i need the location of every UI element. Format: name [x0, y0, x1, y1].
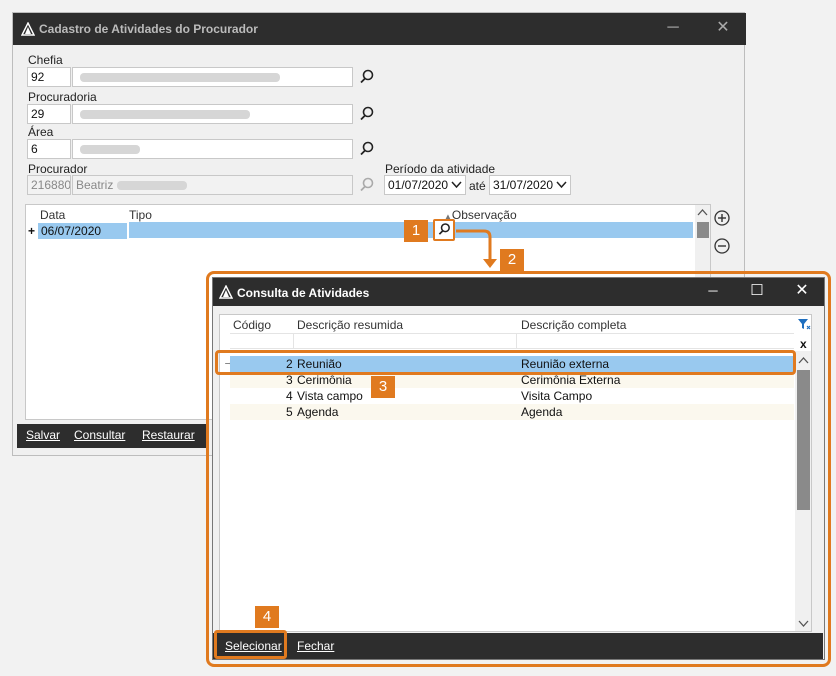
- observation-search-button[interactable]: [433, 219, 455, 241]
- periodo-separator: até: [469, 179, 486, 193]
- procurador-name-input: Beatriz: [72, 175, 353, 195]
- row-short-description: Agenda: [297, 405, 339, 419]
- close-button[interactable]: Fechar: [297, 634, 334, 658]
- grid-header-type[interactable]: Tipo: [129, 208, 152, 222]
- row-code: 5: [286, 405, 293, 419]
- procuradoria-code-input[interactable]: 29: [27, 104, 71, 124]
- grid-header-short-description[interactable]: Descrição resumida: [297, 318, 403, 332]
- select-button-label: Selecionar: [225, 639, 282, 653]
- procurador-label: Procurador: [28, 162, 88, 176]
- search-icon: [360, 177, 374, 192]
- table-row[interactable]: 5 Agenda Agenda: [230, 404, 794, 420]
- save-button[interactable]: Salvar: [26, 424, 60, 446]
- chevron-up-icon[interactable]: [697, 208, 708, 216]
- search-icon: [438, 223, 450, 235]
- query-button-label: Consultar: [74, 428, 126, 442]
- area-label: Área: [28, 125, 54, 139]
- arrow-connector: [456, 229, 497, 268]
- area-code-input[interactable]: 6: [27, 139, 71, 159]
- app-logo-icon: [219, 285, 233, 299]
- table-row[interactable]: + 06/07/2020: [26, 223, 127, 239]
- chevron-down-icon: [451, 181, 462, 189]
- periodo-end-date[interactable]: 31/07/2020: [489, 175, 571, 195]
- blurred-text: [80, 73, 280, 83]
- chevron-down-icon: [556, 181, 567, 189]
- area-name-input[interactable]: [72, 139, 353, 159]
- grid-header-observation-text: Observação: [451, 208, 517, 222]
- row-highlight-frame: [215, 350, 796, 375]
- step-badge-3: 3: [371, 376, 395, 398]
- periodo-start-text: 01/07/2020: [388, 178, 449, 192]
- blurred-text: [80, 110, 250, 120]
- close-button-label: Fechar: [297, 639, 335, 653]
- filter-code-cell[interactable]: [230, 334, 294, 348]
- row-date: 06/07/2020: [38, 223, 127, 239]
- app-logo-icon: [21, 22, 35, 36]
- minimize-icon[interactable]: ─: [653, 13, 693, 43]
- main-toolbar: Salvar Consultar Restaurar: [17, 424, 209, 448]
- main-titlebar[interactable]: Cadastro de Atividades do Procurador ─ ✕: [13, 13, 746, 45]
- chefia-code-input[interactable]: 92: [27, 67, 71, 87]
- grid-header-full-description[interactable]: Descrição completa: [521, 318, 626, 332]
- main-window-title: Cadastro de Atividades do Procurador: [39, 22, 258, 36]
- remove-row-icon[interactable]: [713, 237, 731, 255]
- restore-button-label: Restaurar: [142, 428, 195, 442]
- chefia-name-input[interactable]: [72, 67, 353, 87]
- chevron-down-icon[interactable]: [798, 620, 809, 628]
- procuradoria-name-input[interactable]: [72, 104, 353, 124]
- search-icon[interactable]: [357, 104, 377, 124]
- filter-row[interactable]: [230, 333, 794, 349]
- minimize-icon[interactable]: ─: [693, 278, 733, 304]
- procurador-name-text: Beatriz: [76, 178, 114, 192]
- close-icon[interactable]: ✕: [781, 278, 823, 304]
- dialog-titlebar[interactable]: Consulta de Atividades ─ ☐ ✕: [213, 278, 824, 306]
- query-button[interactable]: Consultar: [74, 424, 125, 446]
- scrollbar-thumb[interactable]: [697, 222, 709, 238]
- add-row-icon[interactable]: [713, 209, 731, 227]
- dialog-title: Consulta de Atividades: [237, 286, 370, 300]
- row-code: 4: [286, 389, 293, 403]
- procurador-code-input: 216880: [27, 175, 71, 195]
- search-icon[interactable]: [357, 139, 377, 159]
- select-button[interactable]: Selecionar: [225, 634, 282, 658]
- filter-full-cell[interactable]: [518, 334, 788, 348]
- search-icon[interactable]: [357, 67, 377, 87]
- step-badge-2: 2: [500, 249, 524, 271]
- scrollbar-thumb[interactable]: [797, 370, 810, 510]
- chefia-label: Chefia: [28, 53, 63, 67]
- periodo-start-date[interactable]: 01/07/2020: [384, 175, 466, 195]
- row-short-description: Vista campo: [297, 389, 363, 403]
- filter-short-cell[interactable]: [295, 334, 517, 348]
- step-badge-1: 1: [404, 220, 428, 242]
- table-row[interactable]: 4 Vista campo Visita Campo: [230, 388, 794, 404]
- blurred-text: [117, 181, 188, 191]
- chevron-up-icon[interactable]: [798, 356, 809, 364]
- grid-header-date[interactable]: Data: [40, 208, 65, 222]
- save-button-label: Salvar: [26, 428, 61, 442]
- clear-filter-icon[interactable]: x: [800, 337, 807, 351]
- periodo-end-text: 31/07/2020: [493, 178, 554, 192]
- grid-header-code[interactable]: Código: [233, 318, 271, 332]
- procuradoria-label: Procuradoria: [28, 90, 97, 104]
- close-icon[interactable]: ✕: [701, 13, 745, 43]
- row-full-description: Visita Campo: [521, 389, 593, 403]
- row-full-description: Agenda: [521, 405, 563, 419]
- row-add-marker: +: [28, 224, 36, 238]
- blurred-text: [80, 145, 140, 155]
- filter-icon[interactable]: [797, 317, 811, 331]
- step-badge-4: 4: [255, 606, 279, 628]
- maximize-icon[interactable]: ☐: [737, 278, 777, 304]
- restore-button[interactable]: Restaurar: [142, 424, 195, 446]
- periodo-label: Período da atividade: [385, 162, 496, 176]
